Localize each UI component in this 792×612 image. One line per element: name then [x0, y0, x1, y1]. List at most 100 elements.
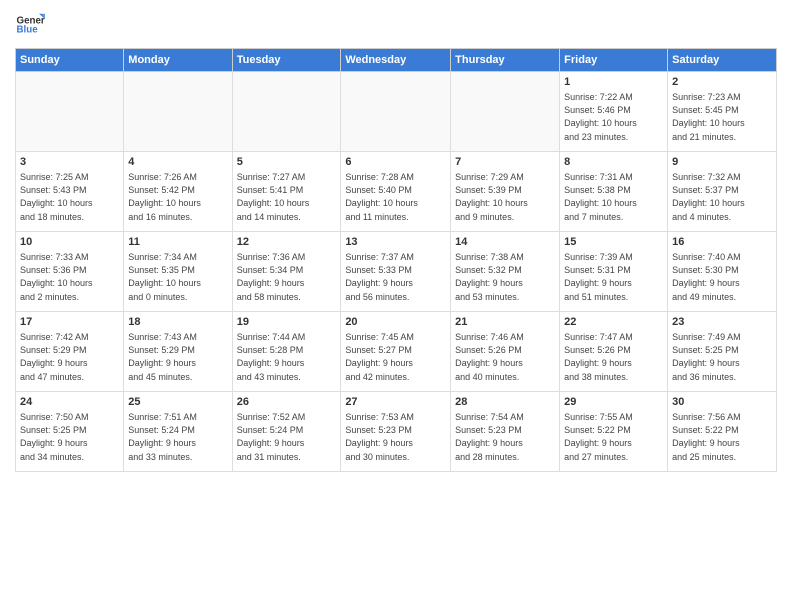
calendar-cell [16, 72, 124, 152]
day-number: 15 [564, 235, 663, 250]
day-info: Sunrise: 7:51 AM Sunset: 5:24 PM Dayligh… [128, 411, 227, 463]
page-header: General Blue [15, 10, 777, 40]
logo-icon: General Blue [15, 10, 45, 40]
day-info: Sunrise: 7:33 AM Sunset: 5:36 PM Dayligh… [20, 251, 119, 303]
header-thursday: Thursday [451, 49, 560, 72]
day-number: 22 [564, 315, 663, 330]
calendar-cell: 6Sunrise: 7:28 AM Sunset: 5:40 PM Daylig… [341, 152, 451, 232]
day-info: Sunrise: 7:23 AM Sunset: 5:45 PM Dayligh… [672, 91, 772, 143]
day-number: 6 [345, 155, 446, 170]
calendar-cell: 25Sunrise: 7:51 AM Sunset: 5:24 PM Dayli… [124, 392, 232, 472]
calendar-cell: 29Sunrise: 7:55 AM Sunset: 5:22 PM Dayli… [560, 392, 668, 472]
day-number: 21 [455, 315, 555, 330]
day-number: 28 [455, 395, 555, 410]
header-wednesday: Wednesday [341, 49, 451, 72]
calendar-cell [232, 72, 341, 152]
day-info: Sunrise: 7:27 AM Sunset: 5:41 PM Dayligh… [237, 171, 337, 223]
day-number: 5 [237, 155, 337, 170]
day-info: Sunrise: 7:42 AM Sunset: 5:29 PM Dayligh… [20, 331, 119, 383]
day-info: Sunrise: 7:22 AM Sunset: 5:46 PM Dayligh… [564, 91, 663, 143]
calendar-cell: 9Sunrise: 7:32 AM Sunset: 5:37 PM Daylig… [668, 152, 777, 232]
day-number: 14 [455, 235, 555, 250]
day-info: Sunrise: 7:34 AM Sunset: 5:35 PM Dayligh… [128, 251, 227, 303]
day-info: Sunrise: 7:49 AM Sunset: 5:25 PM Dayligh… [672, 331, 772, 383]
calendar-week-4: 17Sunrise: 7:42 AM Sunset: 5:29 PM Dayli… [16, 312, 777, 392]
day-number: 27 [345, 395, 446, 410]
logo: General Blue [15, 10, 45, 40]
calendar-cell: 26Sunrise: 7:52 AM Sunset: 5:24 PM Dayli… [232, 392, 341, 472]
day-number: 4 [128, 155, 227, 170]
calendar-cell: 30Sunrise: 7:56 AM Sunset: 5:22 PM Dayli… [668, 392, 777, 472]
calendar-cell: 1Sunrise: 7:22 AM Sunset: 5:46 PM Daylig… [560, 72, 668, 152]
day-info: Sunrise: 7:38 AM Sunset: 5:32 PM Dayligh… [455, 251, 555, 303]
day-number: 12 [237, 235, 337, 250]
calendar-cell: 22Sunrise: 7:47 AM Sunset: 5:26 PM Dayli… [560, 312, 668, 392]
calendar-cell [451, 72, 560, 152]
day-number: 1 [564, 75, 663, 90]
day-info: Sunrise: 7:40 AM Sunset: 5:30 PM Dayligh… [672, 251, 772, 303]
day-number: 8 [564, 155, 663, 170]
day-number: 29 [564, 395, 663, 410]
calendar-header-row: SundayMondayTuesdayWednesdayThursdayFrid… [16, 49, 777, 72]
day-number: 2 [672, 75, 772, 90]
calendar-cell [124, 72, 232, 152]
day-number: 18 [128, 315, 227, 330]
calendar-cell: 24Sunrise: 7:50 AM Sunset: 5:25 PM Dayli… [16, 392, 124, 472]
day-info: Sunrise: 7:44 AM Sunset: 5:28 PM Dayligh… [237, 331, 337, 383]
day-info: Sunrise: 7:45 AM Sunset: 5:27 PM Dayligh… [345, 331, 446, 383]
calendar-table: SundayMondayTuesdayWednesdayThursdayFrid… [15, 48, 777, 472]
day-number: 19 [237, 315, 337, 330]
calendar-week-1: 1Sunrise: 7:22 AM Sunset: 5:46 PM Daylig… [16, 72, 777, 152]
day-info: Sunrise: 7:43 AM Sunset: 5:29 PM Dayligh… [128, 331, 227, 383]
day-number: 10 [20, 235, 119, 250]
day-info: Sunrise: 7:28 AM Sunset: 5:40 PM Dayligh… [345, 171, 446, 223]
day-number: 25 [128, 395, 227, 410]
day-info: Sunrise: 7:52 AM Sunset: 5:24 PM Dayligh… [237, 411, 337, 463]
calendar-week-2: 3Sunrise: 7:25 AM Sunset: 5:43 PM Daylig… [16, 152, 777, 232]
calendar-cell: 21Sunrise: 7:46 AM Sunset: 5:26 PM Dayli… [451, 312, 560, 392]
calendar-cell: 13Sunrise: 7:37 AM Sunset: 5:33 PM Dayli… [341, 232, 451, 312]
day-info: Sunrise: 7:37 AM Sunset: 5:33 PM Dayligh… [345, 251, 446, 303]
header-friday: Friday [560, 49, 668, 72]
day-info: Sunrise: 7:29 AM Sunset: 5:39 PM Dayligh… [455, 171, 555, 223]
day-number: 26 [237, 395, 337, 410]
day-info: Sunrise: 7:55 AM Sunset: 5:22 PM Dayligh… [564, 411, 663, 463]
day-info: Sunrise: 7:39 AM Sunset: 5:31 PM Dayligh… [564, 251, 663, 303]
day-number: 17 [20, 315, 119, 330]
day-number: 9 [672, 155, 772, 170]
calendar-cell: 7Sunrise: 7:29 AM Sunset: 5:39 PM Daylig… [451, 152, 560, 232]
calendar-cell: 4Sunrise: 7:26 AM Sunset: 5:42 PM Daylig… [124, 152, 232, 232]
calendar-cell: 14Sunrise: 7:38 AM Sunset: 5:32 PM Dayli… [451, 232, 560, 312]
calendar-cell: 20Sunrise: 7:45 AM Sunset: 5:27 PM Dayli… [341, 312, 451, 392]
day-info: Sunrise: 7:54 AM Sunset: 5:23 PM Dayligh… [455, 411, 555, 463]
day-number: 20 [345, 315, 446, 330]
day-info: Sunrise: 7:56 AM Sunset: 5:22 PM Dayligh… [672, 411, 772, 463]
day-number: 7 [455, 155, 555, 170]
calendar-cell [341, 72, 451, 152]
calendar-cell: 28Sunrise: 7:54 AM Sunset: 5:23 PM Dayli… [451, 392, 560, 472]
calendar-cell: 3Sunrise: 7:25 AM Sunset: 5:43 PM Daylig… [16, 152, 124, 232]
calendar-cell: 23Sunrise: 7:49 AM Sunset: 5:25 PM Dayli… [668, 312, 777, 392]
day-number: 3 [20, 155, 119, 170]
day-number: 13 [345, 235, 446, 250]
calendar-cell: 11Sunrise: 7:34 AM Sunset: 5:35 PM Dayli… [124, 232, 232, 312]
day-number: 11 [128, 235, 227, 250]
day-info: Sunrise: 7:50 AM Sunset: 5:25 PM Dayligh… [20, 411, 119, 463]
day-number: 23 [672, 315, 772, 330]
calendar-cell: 8Sunrise: 7:31 AM Sunset: 5:38 PM Daylig… [560, 152, 668, 232]
day-number: 16 [672, 235, 772, 250]
day-number: 30 [672, 395, 772, 410]
day-info: Sunrise: 7:46 AM Sunset: 5:26 PM Dayligh… [455, 331, 555, 383]
day-info: Sunrise: 7:32 AM Sunset: 5:37 PM Dayligh… [672, 171, 772, 223]
calendar-week-3: 10Sunrise: 7:33 AM Sunset: 5:36 PM Dayli… [16, 232, 777, 312]
header-monday: Monday [124, 49, 232, 72]
svg-text:Blue: Blue [17, 25, 39, 36]
calendar-cell: 12Sunrise: 7:36 AM Sunset: 5:34 PM Dayli… [232, 232, 341, 312]
header-saturday: Saturday [668, 49, 777, 72]
calendar-cell: 16Sunrise: 7:40 AM Sunset: 5:30 PM Dayli… [668, 232, 777, 312]
header-tuesday: Tuesday [232, 49, 341, 72]
header-sunday: Sunday [16, 49, 124, 72]
calendar-week-5: 24Sunrise: 7:50 AM Sunset: 5:25 PM Dayli… [16, 392, 777, 472]
day-info: Sunrise: 7:31 AM Sunset: 5:38 PM Dayligh… [564, 171, 663, 223]
day-info: Sunrise: 7:53 AM Sunset: 5:23 PM Dayligh… [345, 411, 446, 463]
